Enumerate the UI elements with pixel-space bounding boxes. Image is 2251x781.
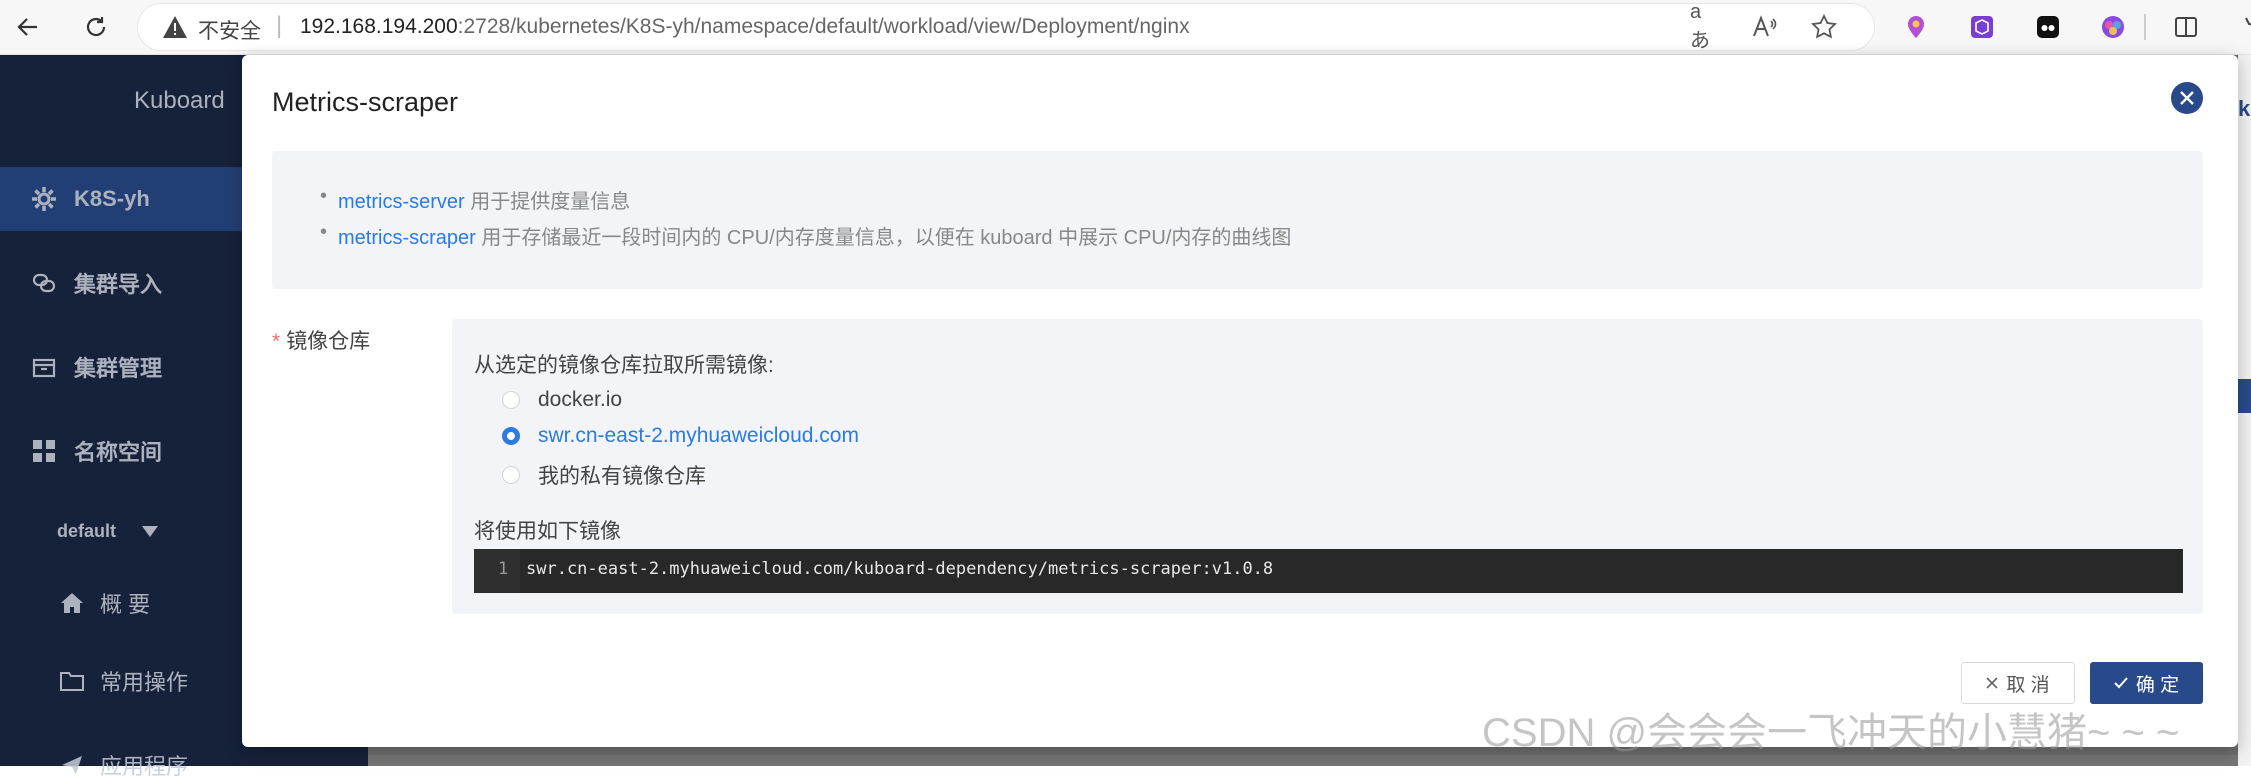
image-repo-label: * 镜像仓库	[272, 325, 370, 355]
code-gutter	[474, 549, 520, 593]
radio-docker-io[interactable]: docker.io	[502, 388, 622, 412]
required-asterisk: *	[272, 330, 281, 353]
radio-button[interactable]	[502, 466, 520, 484]
extension-brain-icon[interactable]	[2099, 13, 2127, 41]
background-right-strip	[2238, 55, 2251, 766]
image-code-block[interactable]: 1 swr.cn-east-2.myhuaweicloud.com/kuboar…	[474, 549, 2183, 593]
insecure-label: 不安全	[198, 20, 261, 43]
image-repo-panel: 从选定的镜像仓库拉取所需镜像: docker.io swr.cn-east-2.…	[452, 319, 2203, 614]
toolbar-divider	[2144, 14, 2146, 40]
radio-huaweicloud[interactable]: swr.cn-east-2.myhuaweicloud.com	[502, 424, 859, 448]
bullet: •	[320, 185, 328, 207]
code-line-number: 1	[498, 559, 509, 579]
confirm-label: 确 定	[2135, 674, 2180, 696]
url-path: :2728/kubernetes/K8S-yh/namespace/defaul…	[457, 15, 1190, 38]
metrics-scraper-dialog: Metrics-scraper • metrics-server 用于提供度量信…	[242, 55, 2238, 747]
split-screen-icon[interactable]	[2172, 13, 2200, 41]
info-box: • metrics-server 用于提供度量信息 • metrics-scra…	[272, 151, 2203, 289]
dialog-title: Metrics-scraper	[272, 87, 459, 117]
back-icon[interactable]	[10, 9, 46, 45]
info-line-metrics-server: • metrics-server 用于提供度量信息	[320, 185, 631, 214]
browser-toolbar: 不安全 | 192.168.194.200:2728/kubernetes/K8…	[0, 0, 2251, 55]
pull-instruction: 从选定的镜像仓库拉取所需镜像:	[474, 354, 774, 377]
check-icon	[2114, 677, 2128, 689]
text-size-icon[interactable]	[1750, 13, 1778, 41]
radio-label: docker.io	[538, 388, 623, 411]
favorite-star-icon[interactable]	[1810, 13, 1838, 41]
code-line[interactable]: swr.cn-east-2.myhuaweicloud.com/kuboard-…	[526, 559, 1273, 579]
metrics-scraper-link[interactable]: metrics-scraper	[338, 227, 476, 249]
metrics-server-link[interactable]: metrics-server	[338, 191, 465, 213]
close-button[interactable]	[2171, 82, 2203, 114]
extension-box-icon[interactable]	[1968, 13, 1996, 41]
radio-button-checked[interactable]	[502, 427, 520, 445]
extension-ghost-icon[interactable]	[2034, 13, 2062, 41]
info-text: 用于存储最近一段时间内的 CPU/内存度量信息，以便在 kuboard 中展示 …	[475, 227, 1292, 249]
watermark: CSDN @会会会一飞冲天的小慧猪~ ~ ~	[1482, 711, 2180, 755]
read-aloud-icon[interactable]: aあ	[1690, 1, 1718, 52]
background-header-letter: k	[2238, 96, 2251, 121]
extension-pin-icon[interactable]	[1902, 13, 1930, 41]
radio-label: swr.cn-east-2.myhuaweicloud.com	[538, 424, 859, 447]
bullet: •	[320, 221, 328, 243]
image-repo-label-text: 镜像仓库	[286, 330, 371, 353]
info-line-metrics-scraper: • metrics-scraper 用于存储最近一段时间内的 CPU/内存度量信…	[320, 221, 1292, 250]
image-usage-label: 将使用如下镜像	[474, 520, 621, 543]
url-text[interactable]: 192.168.194.200:2728/kubernetes/K8S-yh/n…	[300, 15, 1190, 39]
cancel-label: 取 消	[2006, 674, 2050, 696]
reload-icon[interactable]	[78, 9, 114, 45]
favorites-icon[interactable]	[2232, 13, 2251, 41]
address-separator: |	[276, 12, 283, 39]
url-host: 192.168.194.200	[300, 15, 458, 38]
close-icon	[2180, 91, 2194, 105]
cancel-button[interactable]: 取 消	[1961, 662, 2075, 704]
close-icon	[1986, 677, 1998, 689]
confirm-button[interactable]: 确 定	[2090, 662, 2203, 704]
radio-label: 我的私有镜像仓库	[538, 465, 706, 488]
info-text: 用于提供度量信息	[464, 191, 631, 213]
warning-icon	[162, 15, 188, 44]
address-bar[interactable]: 不安全 | 192.168.194.200:2728/kubernetes/K8…	[138, 1, 1874, 52]
radio-private-repo[interactable]: 我的私有镜像仓库	[502, 460, 706, 490]
radio-button[interactable]	[502, 391, 520, 409]
